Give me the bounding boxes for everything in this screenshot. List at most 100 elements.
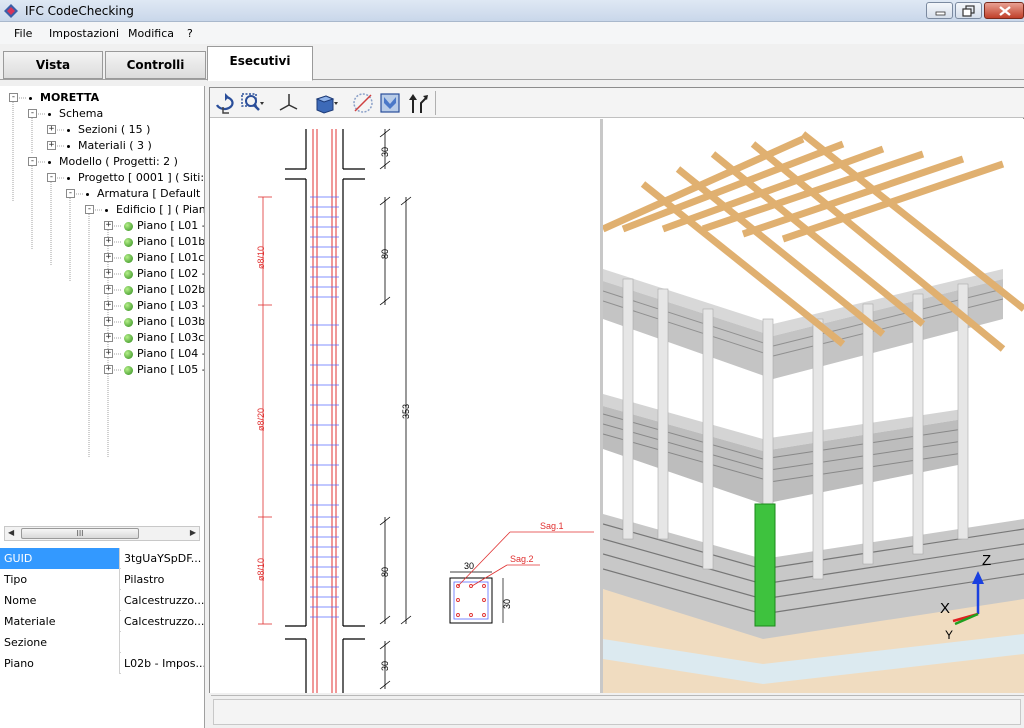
tree-node-label: Piano [ L03c (137, 331, 204, 344)
property-value[interactable] (121, 632, 204, 653)
tree-horizontal-scrollbar[interactable]: ◀ III ▶ (4, 526, 200, 541)
tree-expander[interactable]: - (28, 109, 37, 118)
tab-controlli[interactable]: Controlli (105, 51, 206, 79)
property-row[interactable]: Sezione (0, 632, 204, 653)
tree-node-label: Piano [ L02b (137, 283, 204, 296)
tree-node[interactable]: Piano [ L02 - (124, 266, 204, 282)
3d-model-view[interactable]: Z X Y (603, 119, 1024, 693)
tree-node[interactable]: Piano [ L02b (124, 282, 204, 298)
property-value[interactable]: Calcestruzzo... (121, 611, 204, 632)
split-arrows-icon[interactable] (406, 91, 430, 115)
tree-node[interactable]: Piano [ L04 - (124, 346, 204, 362)
tree-expander[interactable]: + (104, 333, 113, 342)
tree-node[interactable]: MORETTA (29, 90, 99, 106)
tree-node[interactable]: Schema (48, 106, 103, 122)
menu-file[interactable]: File (14, 27, 32, 40)
tree-expander[interactable]: + (104, 237, 113, 246)
tree-node[interactable]: Armatura [ Default ] (86, 186, 204, 202)
tree-node-label: Schema (59, 107, 104, 120)
section-plane-icon[interactable] (351, 91, 375, 115)
close-icon (999, 6, 1011, 16)
property-row[interactable]: Materiale Calcestruzzo... (0, 611, 204, 632)
reinforcement-drawing[interactable]: ø8/10 ø8/20 ø8/10 30 80 353 80 30 30 30 … (210, 119, 600, 693)
section-box-icon[interactable] (378, 91, 402, 115)
tree-node[interactable]: Edificio [ ] ( Pian (105, 202, 204, 218)
menu-help[interactable]: ? (187, 27, 193, 40)
globe-icon (124, 253, 133, 263)
close-button[interactable] (984, 2, 1024, 19)
property-value[interactable]: Calcestruzzo... (121, 590, 204, 611)
maximize-button[interactable] (955, 2, 982, 19)
tree-node[interactable]: Piano [ L01c (124, 250, 204, 266)
tree-expander[interactable]: - (9, 93, 18, 102)
menu-impostazioni[interactable]: Impostazioni (49, 27, 119, 40)
minimize-button[interactable] (926, 2, 953, 19)
tree-expander[interactable]: + (104, 285, 113, 294)
property-key: Tipo (0, 569, 120, 590)
viewer-toolbar (210, 88, 1024, 118)
bullet-icon (48, 160, 51, 164)
property-row[interactable]: Tipo Pilastro (0, 569, 204, 590)
property-row[interactable]: GUID 3tgUaYSpDF... (0, 548, 204, 569)
tree-expander[interactable]: + (104, 365, 113, 374)
globe-icon (124, 333, 133, 343)
property-value[interactable]: L02b - Impos... (121, 653, 204, 674)
tree-node-label: Piano [ L05 - (137, 363, 204, 376)
tree-node-label: Piano [ L04 - (137, 347, 204, 360)
zoom-window-icon[interactable] (240, 91, 264, 115)
menu-modifica[interactable]: Modifica (128, 27, 174, 40)
tree-node[interactable]: Piano [ L03b (124, 314, 204, 330)
tree-node-label: Piano [ L01b (137, 235, 204, 248)
tree-expander[interactable]: + (104, 269, 113, 278)
tree-node[interactable]: Piano [ L03 - (124, 298, 204, 314)
tree-expander[interactable]: + (47, 125, 56, 134)
tree-expander[interactable]: - (47, 173, 56, 182)
tree-expander[interactable]: + (47, 141, 56, 150)
tree-expander[interactable]: + (104, 349, 113, 358)
property-value[interactable]: 3tgUaYSpDF... (121, 548, 204, 569)
bullet-icon (29, 96, 32, 100)
tree-expander[interactable]: + (104, 253, 113, 262)
property-key: Sezione (0, 632, 120, 653)
rotate-icon[interactable] (213, 91, 237, 115)
property-row[interactable]: Piano L02b - Impos... (0, 653, 204, 674)
tree-node-label: Piano [ L01c (137, 251, 204, 264)
property-key: GUID (0, 548, 120, 569)
tree-node-label: Armatura [ Default ] (97, 187, 204, 200)
property-value[interactable]: Pilastro (121, 569, 204, 590)
building-3d-render: Z X Y (603, 131, 1024, 693)
property-row[interactable]: Nome Calcestruzzo... (0, 590, 204, 611)
restore-icon (962, 5, 975, 17)
tree-node[interactable]: Progetto [ 0001 ] ( Siti: 1 (67, 170, 204, 186)
section2-label: Sag.2 (510, 554, 534, 564)
tab-esecutivi[interactable]: Esecutivi (207, 46, 313, 81)
bullet-icon (67, 144, 70, 148)
dim-bottom: 30 (380, 661, 390, 671)
scroll-left-icon[interactable]: ◀ (8, 528, 14, 537)
tree-node[interactable]: Piano [ L01 - (124, 218, 204, 234)
tree-expander[interactable]: + (104, 301, 113, 310)
scroll-right-icon[interactable]: ▶ (190, 528, 196, 537)
tree-expander[interactable]: - (28, 157, 37, 166)
tab-vista[interactable]: Vista (3, 51, 103, 79)
tree-node-label: MORETTA (40, 91, 100, 104)
tree-node[interactable]: Materiali ( 3 ) (67, 138, 152, 154)
tree-expander[interactable]: - (66, 189, 75, 198)
view-cube-icon[interactable] (314, 91, 338, 115)
toolbar-separator (435, 91, 436, 115)
tree-node[interactable]: Piano [ L03c (124, 330, 204, 346)
tree-node[interactable]: Piano [ L01b (124, 234, 204, 250)
model-tree[interactable]: - MORETTA - Schema + Sezioni ( 15 ) + Materiali… (0, 86, 204, 526)
tree-expander[interactable]: + (104, 221, 113, 230)
tree-expander[interactable]: + (104, 317, 113, 326)
dim-total: 353 (401, 404, 411, 419)
menu-bar: File Impostazioni Modifica ? (0, 22, 1024, 44)
tree-node[interactable]: Piano [ L05 - (124, 362, 204, 378)
scrollbar-thumb[interactable]: III (21, 528, 139, 539)
tree-node[interactable]: Sezioni ( 15 ) (67, 122, 150, 138)
axes-icon[interactable] (277, 91, 301, 115)
tree-expander[interactable]: - (85, 205, 94, 214)
column-cross-section: 30 30 Sag.1 Sag.2 (449, 521, 594, 624)
tree-node-label: Sezioni ( 15 ) (78, 123, 151, 136)
tree-node[interactable]: Modello ( Progetti: 2 ) (48, 154, 178, 170)
